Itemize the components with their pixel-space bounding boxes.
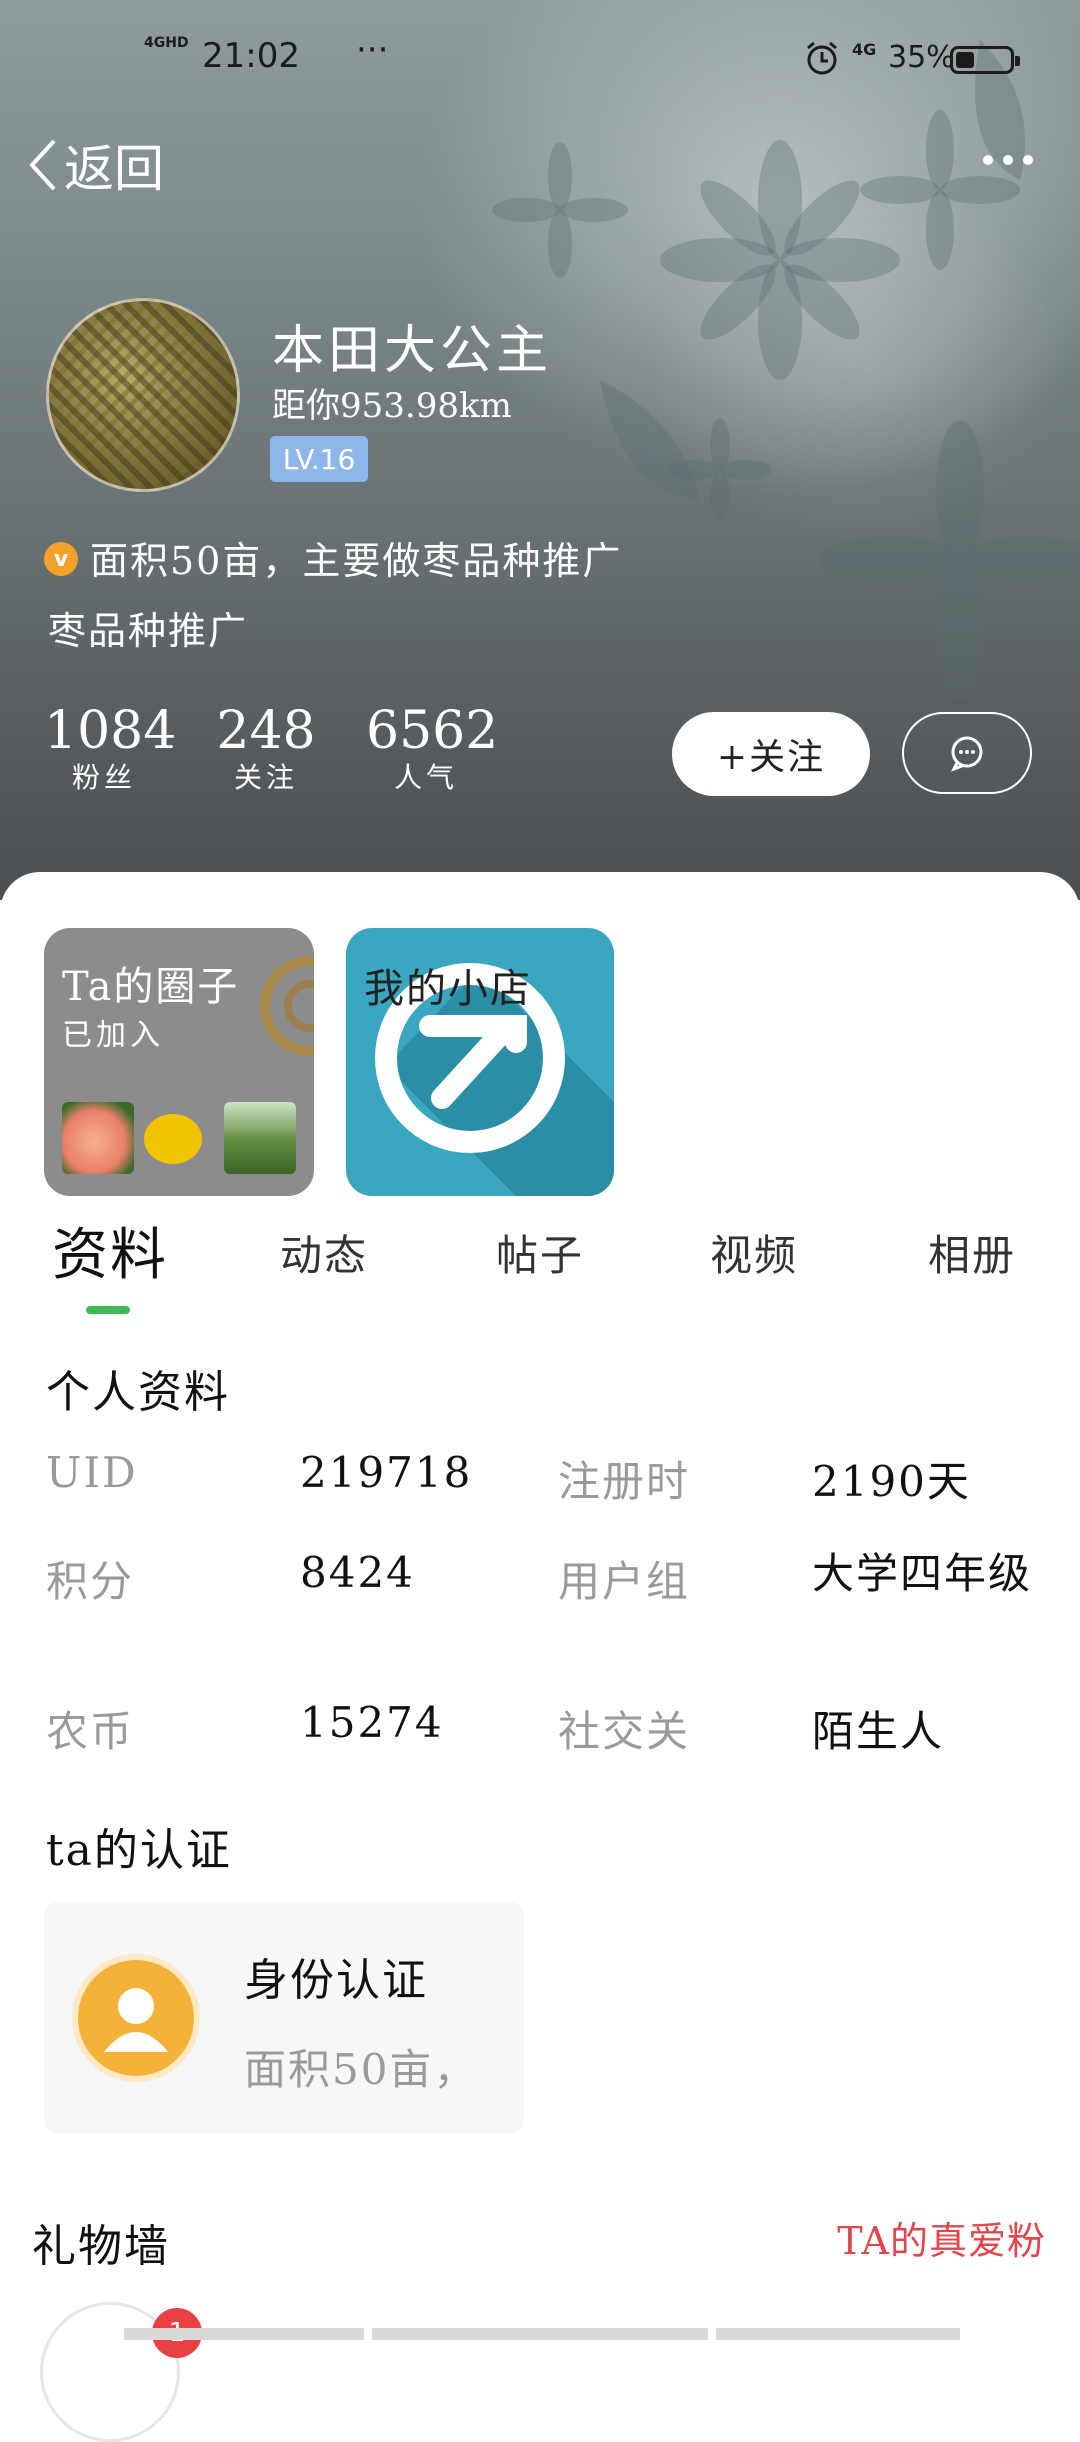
circle-tile-title: Ta的圈子 (62, 964, 240, 1010)
notification-more-icon: ··· (356, 30, 389, 70)
alarm-icon (807, 41, 837, 75)
distance: 距你953.98km (272, 386, 512, 426)
field-label-registered: 注册时 (558, 1457, 691, 1506)
certification-description: 面积50亩， (244, 2045, 478, 2094)
shop-tile[interactable]: 我的小店 (346, 928, 614, 1196)
shop-tile-title: 我的小店 (364, 966, 532, 1012)
battery-icon (950, 46, 1020, 74)
section-title-gift-wall: 礼物墙 (32, 2221, 170, 2272)
circle-tile[interactable]: Ta的圈子 已加入 (44, 928, 314, 1196)
more-options-icon[interactable] (980, 150, 1036, 170)
clock: 21:02 (202, 36, 300, 76)
level-badge: LV.16 (270, 436, 368, 482)
chevron-left-icon (29, 139, 56, 191)
gift-item-bar (372, 2328, 708, 2340)
status-bar: 4GHD 21:02 ··· 4G 35% (0, 0, 1080, 110)
battery-percent: 35% (888, 40, 955, 75)
stat-following[interactable]: 248 关注 (216, 702, 316, 796)
avatar[interactable] (46, 298, 240, 492)
verified-badge-icon: v (44, 542, 78, 576)
gift-item-bar (124, 2328, 364, 2340)
tab-albums[interactable]: 相册 (928, 1222, 1016, 1283)
active-tab-indicator (86, 1306, 130, 1314)
stat-value: 1084 (44, 701, 177, 761)
field-label-relationship: 社交关 (558, 1707, 691, 1756)
stat-value: 248 (216, 701, 316, 761)
signal-indicator: 4GHD (144, 35, 189, 51)
stat-fans[interactable]: 1084 粉丝 (44, 701, 177, 796)
field-value-uid: 219718 (300, 1448, 473, 1497)
stat-popularity[interactable]: 6562 人气 (366, 701, 499, 796)
field-value-user-group: 大学四年级 (812, 1549, 1033, 1598)
field-value-relationship: 陌生人 (812, 1707, 945, 1756)
back-button[interactable]: 返回 (28, 130, 164, 200)
tab-videos[interactable]: 视频 (710, 1222, 798, 1283)
section-title-profile: 个人资料 (46, 1367, 230, 1418)
chat-bubble-icon (950, 736, 983, 772)
signature-continued: 枣品种推广 (48, 609, 249, 653)
tab-posts[interactable]: 帖子 (496, 1222, 584, 1283)
message-button[interactable] (902, 712, 1032, 794)
field-value-coins: 15274 (300, 1698, 444, 1747)
field-label-coins: 农币 (46, 1707, 135, 1756)
circle-thumbnail-peach (62, 1102, 134, 1174)
user-icon (78, 1960, 194, 2076)
signature: 面积50亩，主要做枣品种推广 (90, 539, 623, 583)
field-value-points: 8424 (300, 1548, 415, 1597)
field-value-registered: 2190天 (812, 1457, 971, 1506)
circle-thumbnail-chat-icon (144, 1114, 202, 1164)
follow-button[interactable]: +关注 (672, 712, 870, 796)
field-label-points: 积分 (46, 1557, 135, 1606)
circle-thumbnail-plants (224, 1102, 296, 1174)
true-fans-link[interactable]: TA的真爱粉 (837, 2210, 1046, 2265)
tab-profile[interactable]: 资料 (52, 1210, 168, 1291)
field-label-uid: UID (46, 1448, 138, 1497)
certification-title: 身份认证 (244, 1955, 428, 2006)
stat-label: 人气 (393, 761, 458, 794)
stat-label: 关注 (233, 761, 298, 794)
back-label: 返回 (64, 140, 164, 198)
section-title-certification: ta的认证 (46, 1825, 232, 1876)
stat-value: 6562 (366, 701, 499, 761)
circle-tile-subtitle: 已加入 (62, 1018, 164, 1053)
field-label-user-group: 用户组 (558, 1557, 691, 1606)
tab-activity[interactable]: 动态 (280, 1222, 368, 1283)
stat-label: 粉丝 (71, 761, 136, 794)
gift-item-bar (716, 2328, 960, 2340)
nickname: 本田大公主 (272, 321, 553, 381)
network-type: 4G (852, 40, 877, 59)
